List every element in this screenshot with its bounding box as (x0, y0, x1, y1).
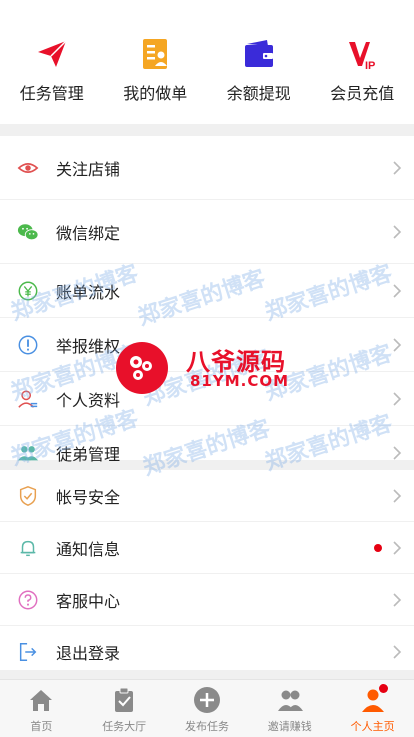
menu-item-billing[interactable]: 账单流水 (0, 264, 414, 318)
menu-group-1: 关注店铺 微信绑定 账单流水 举报维权 个人资料 徒弟管理 (0, 136, 414, 464)
svg-text:IP: IP (365, 60, 375, 72)
menu-item-report[interactable]: 举报维权 (0, 318, 414, 372)
menu-item-label: 帐号安全 (56, 487, 121, 507)
home-icon (30, 690, 53, 711)
eye-icon (16, 156, 40, 180)
menu-item-label: 个人资料 (56, 390, 121, 410)
invite-users-icon (277, 690, 303, 711)
tab-personal-home[interactable]: 个人主页 (331, 680, 414, 737)
chevron-right-icon (393, 391, 402, 406)
tab-invite[interactable]: 邀请赚钱 (248, 680, 331, 737)
order-doc-icon (143, 39, 168, 69)
vip-icon: IP (349, 42, 376, 72)
info-icon (16, 333, 40, 357)
chevron-right-icon (393, 283, 402, 298)
profile-icon (16, 387, 40, 411)
shield-icon (16, 484, 40, 508)
tab-label: 个人主页 (350, 720, 395, 733)
tab-task-hall[interactable]: 任务大厅 (83, 680, 166, 737)
quick-task-management[interactable]: 任务管理 (0, 0, 104, 124)
menu-group-2: 帐号安全 通知信息 客服中心 退出登录 (0, 470, 414, 670)
logout-icon (16, 640, 40, 664)
menu-item-notifications[interactable]: 通知信息 (0, 522, 414, 574)
menu-item-label: 客服中心 (56, 591, 121, 611)
notification-badge (379, 684, 389, 693)
chevron-right-icon (393, 645, 402, 659)
menu-item-account-security[interactable]: 帐号安全 (0, 470, 414, 522)
quick-label: 任务管理 (19, 84, 84, 103)
wallet-icon (244, 40, 273, 67)
menu-item-label: 关注店铺 (56, 159, 121, 179)
chevron-right-icon (393, 224, 402, 239)
users-icon (16, 441, 40, 465)
chevron-right-icon (393, 592, 402, 607)
quick-my-orders[interactable]: 我的做单 (104, 0, 208, 124)
tab-label: 任务大厅 (102, 720, 147, 733)
chevron-right-icon (393, 488, 402, 503)
chevron-right-icon (393, 446, 402, 460)
menu-item-logout[interactable]: 退出登录 (0, 626, 414, 678)
quick-label: 会员充值 (330, 84, 395, 103)
menu-item-label: 微信绑定 (56, 223, 121, 243)
menu-item-label: 账单流水 (56, 282, 121, 302)
menu-item-customer-service[interactable]: 客服中心 (0, 574, 414, 626)
bell-icon (16, 536, 40, 560)
chevron-right-icon (393, 337, 402, 352)
help-icon (16, 588, 40, 612)
bottom-tab-bar: 首页 任务大厅 发布任务 邀请赚钱 个人主页 (0, 679, 414, 737)
chevron-right-icon (393, 160, 402, 175)
menu-item-profile[interactable]: 个人资料 (0, 372, 414, 426)
quick-withdraw[interactable]: 余额提现 (207, 0, 311, 124)
tab-label: 首页 (30, 720, 53, 733)
quick-vip-recharge[interactable]: IP 会员充值 (311, 0, 414, 124)
menu-item-follow-shops[interactable]: 关注店铺 (0, 136, 414, 200)
tab-label: 发布任务 (184, 720, 229, 733)
menu-item-wechat-bind[interactable]: 微信绑定 (0, 200, 414, 264)
yen-icon (16, 279, 40, 303)
wechat-icon (16, 220, 40, 244)
plus-circle-icon (193, 687, 220, 713)
menu-item-label: 徒弟管理 (56, 445, 121, 464)
tab-label: 邀请赚钱 (267, 720, 312, 733)
clipboard-icon (115, 687, 134, 712)
menu-item-label: 举报维权 (56, 336, 121, 356)
tab-publish-task[interactable]: 发布任务 (166, 680, 249, 737)
chevron-right-icon (393, 540, 402, 555)
quick-actions: 任务管理 我的做单 余额提现 IP 会员充值 (0, 0, 414, 124)
menu-item-label: 通知信息 (56, 539, 121, 559)
quick-label: 我的做单 (123, 84, 188, 103)
menu-item-label: 退出登录 (56, 644, 121, 663)
tab-home[interactable]: 首页 (0, 680, 83, 737)
quick-label: 余额提现 (226, 84, 291, 103)
unread-dot (374, 543, 382, 552)
paper-plane-icon (37, 40, 67, 67)
